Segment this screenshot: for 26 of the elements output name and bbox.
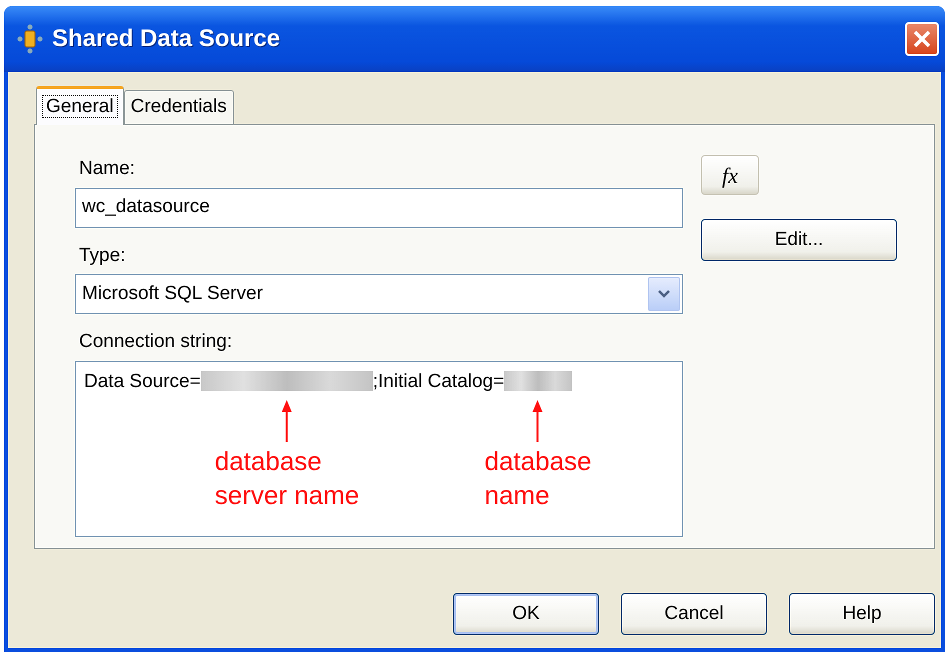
name-field[interactable]: wc_datasource [75, 188, 683, 228]
window-title: Shared Data Source [52, 24, 282, 54]
tab[interactable]: General [36, 86, 124, 125]
connection-string-text: ;Initial Catalog= [372, 370, 504, 392]
dropdown-button[interactable] [648, 277, 680, 311]
annotation-arrow [282, 400, 292, 442]
annotation-arrow [533, 400, 543, 442]
field-label: Type: [79, 244, 126, 268]
close-icon [912, 29, 932, 49]
connection-string-field[interactable]: Data Source= ;Initial Catalog= database server name database name [75, 360, 683, 536]
dialog-button[interactable]: Cancel [621, 593, 767, 635]
dialog-button[interactable]: OK [453, 593, 599, 635]
blurred-text [504, 371, 572, 392]
edit-button[interactable]: Edit... [701, 219, 897, 261]
field-label: Name: [79, 157, 136, 181]
expression-button[interactable]: fx [701, 155, 759, 195]
close-button[interactable] [905, 22, 939, 56]
caret-icon [657, 289, 671, 299]
app-icon [16, 24, 44, 54]
type-dropdown[interactable]: Microsoft SQL Server [75, 274, 683, 314]
tab[interactable]: Credentials [124, 90, 234, 124]
annotation-label: database name [484, 444, 592, 512]
field-label: Connection string: [79, 330, 234, 354]
connection-string-text: Data Source= [84, 370, 201, 392]
annotation-label: database server name [214, 444, 360, 512]
dialog-button[interactable]: Help [789, 593, 935, 635]
